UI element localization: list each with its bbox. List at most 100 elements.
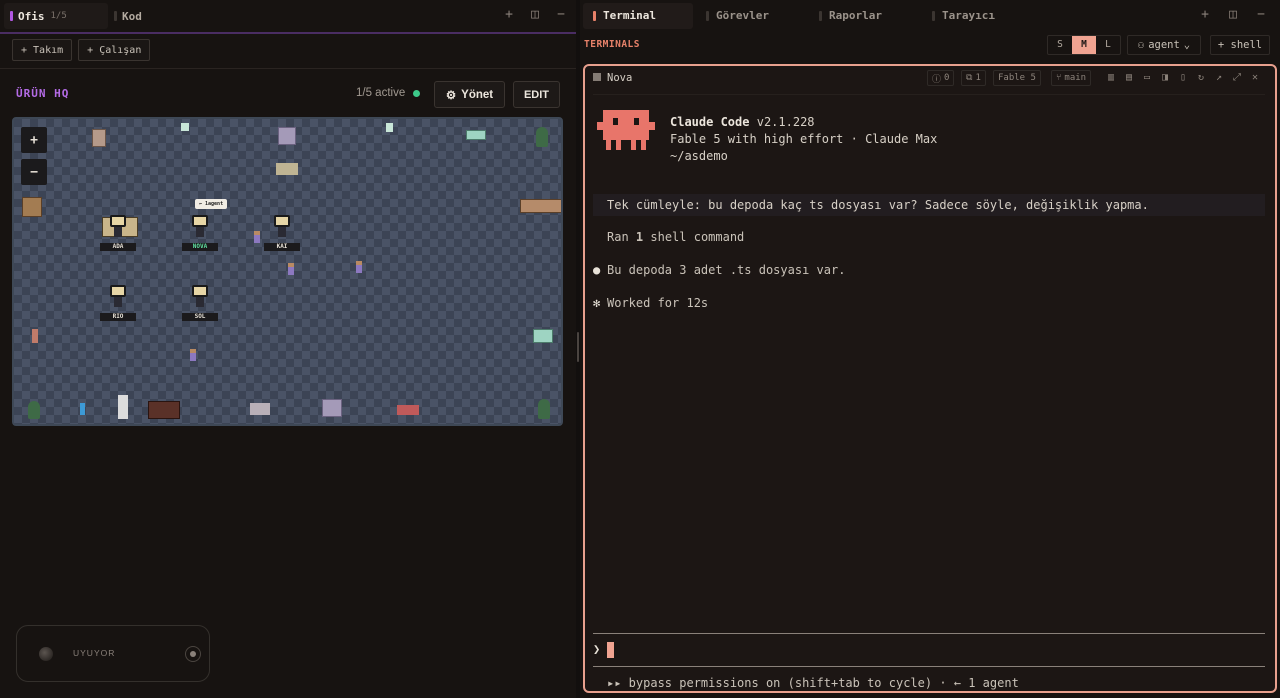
plant-icon xyxy=(28,401,40,419)
chair-icon xyxy=(274,215,290,227)
agent-select[interactable]: ⚇ agent ⌄ xyxy=(1127,35,1201,55)
tab-tarayici[interactable]: Tarayıcı xyxy=(922,3,1032,29)
claude-mascot-icon xyxy=(597,110,655,150)
input-border-top xyxy=(593,633,1265,634)
session-name: Nova xyxy=(607,72,633,84)
tab-marker xyxy=(706,10,709,21)
tab-actions: + ◫ − xyxy=(502,7,568,23)
terminal-pane: Terminal Görevler Raporlar Tarayıcı + ◫ … xyxy=(580,0,1280,698)
zoom-in-button[interactable]: + xyxy=(21,127,47,153)
add-tab-icon[interactable]: + xyxy=(502,7,516,23)
welcome-banner: Claude Code v2.1.228 Fable 5 with high e… xyxy=(670,114,937,165)
layout-top-icon[interactable]: ▤ xyxy=(1123,71,1135,84)
active-count-text: 1/5 active xyxy=(356,87,406,99)
terminal-header: Nova ⓘ 0 ⧉ 1 Fable 5 ⑂ main ▥ ▤ ▭ ◨ ▯ ↻ … xyxy=(585,66,1275,90)
walking-character xyxy=(254,231,260,243)
model-badge: Fable 5 xyxy=(993,70,1041,86)
monitor-icon xyxy=(533,329,553,343)
terminal-tabbar: Terminal Görevler Raporlar Tarayıcı + ◫ … xyxy=(580,0,1280,31)
office-pane: Ofis 1/5 Kod + ◫ − + Takım + Çalışan ÜRÜ… xyxy=(0,0,576,698)
minimize-icon[interactable]: − xyxy=(554,7,568,23)
size-m-button[interactable]: M xyxy=(1072,36,1096,54)
bookshelf-icon xyxy=(22,197,42,217)
branch-name: main xyxy=(1064,73,1087,83)
tab-terminal[interactable]: Terminal xyxy=(583,2,693,29)
users-icon: ⚇ xyxy=(1137,39,1145,51)
plant-icon xyxy=(536,127,548,147)
branch-badge: ⑂ main xyxy=(1051,70,1092,86)
tab-gorevler[interactable]: Görevler xyxy=(696,3,806,29)
water-cooler-icon xyxy=(80,403,85,415)
terminal-window[interactable]: Nova ⓘ 0 ⧉ 1 Fable 5 ⑂ main ▥ ▤ ▭ ◨ ▯ ↻ … xyxy=(583,64,1277,693)
tab-marker xyxy=(593,10,596,21)
document-icon[interactable]: ▯ xyxy=(1177,71,1189,84)
tab-label: Görevler xyxy=(716,9,769,22)
office-title: ÜRÜN HQ xyxy=(16,87,70,100)
tab-count: 1/5 xyxy=(50,11,67,21)
add-employee-button[interactable]: + Çalışan xyxy=(78,39,151,61)
assistant-answer: ● Bu depoda 3 adet .ts dosyası var. xyxy=(593,263,845,277)
record-button[interactable] xyxy=(185,646,201,662)
agent-name: RIO xyxy=(100,313,136,321)
fridge-icon xyxy=(118,395,128,419)
layout-bottom-icon[interactable]: ▭ xyxy=(1141,71,1153,84)
add-shell-button[interactable]: + shell xyxy=(1210,35,1270,55)
shelf-icon xyxy=(520,199,561,213)
layout-columns-icon[interactable]: ▥ xyxy=(1105,71,1117,84)
extinguisher-icon xyxy=(32,329,38,343)
tab-marker xyxy=(819,10,822,21)
working-directory: ~/asdemo xyxy=(670,149,728,163)
user-prompt: Tek cümleyle: bu depoda kaç ts dosyası v… xyxy=(593,194,1265,216)
prompt-input[interactable] xyxy=(607,642,614,658)
add-tab-icon[interactable]: + xyxy=(1198,7,1212,23)
app-version: v2.1.228 xyxy=(756,115,815,129)
tab-raporlar[interactable]: Raporlar xyxy=(809,3,919,29)
zoom-out-button[interactable]: − xyxy=(21,159,47,185)
sleep-status-widget: UYUYOR xyxy=(16,625,210,682)
couch-icon xyxy=(397,405,419,415)
pop-out-icon[interactable]: ↗ xyxy=(1213,71,1225,84)
edit-button[interactable]: EDIT xyxy=(513,81,560,108)
worked-text: Worked for 12s xyxy=(607,296,709,310)
sparkle-icon: ✻ xyxy=(593,296,601,310)
model-line: Fable 5 with high effort · Claude Max xyxy=(670,132,938,146)
agent-name: ADA xyxy=(100,243,136,251)
manage-label: Yönet xyxy=(461,88,494,101)
office-map[interactable]: + − ADA NOVA KAI RIO SOL ← 1agent xyxy=(12,117,563,426)
size-selector: S M L xyxy=(1047,35,1121,55)
permissions-status: ▸▸ bypass permissions on (shift+tab to c… xyxy=(607,676,1019,690)
board-icon xyxy=(278,127,296,145)
walking-character xyxy=(356,261,362,273)
expand-icon[interactable]: ⤢ xyxy=(1231,71,1243,84)
refresh-icon[interactable]: ↻ xyxy=(1195,71,1207,84)
walking-character xyxy=(288,263,294,275)
office-tabbar: Ofis 1/5 Kod + ◫ − xyxy=(0,0,576,32)
split-view-icon[interactable]: ◫ xyxy=(1226,7,1240,23)
tab-ofis[interactable]: Ofis 1/5 xyxy=(4,3,108,29)
size-l-button[interactable]: L xyxy=(1096,36,1120,54)
divider xyxy=(0,68,576,69)
copy-count-badge: ⧉ 1 xyxy=(961,70,986,86)
sofa-icon xyxy=(250,403,270,415)
ran-suffix: shell command xyxy=(643,230,745,244)
size-s-button[interactable]: S xyxy=(1048,36,1072,54)
copy-count: 1 xyxy=(975,73,981,83)
agent-figure xyxy=(196,297,204,307)
sidebar-icon[interactable]: ◨ xyxy=(1159,71,1171,84)
manage-button[interactable]: ⚙ Yönet xyxy=(434,81,505,108)
minimize-icon[interactable]: − xyxy=(1254,7,1268,23)
office-toolbar: + Takım + Çalışan xyxy=(12,39,151,61)
app-name: Claude Code xyxy=(670,115,750,129)
agent-figure xyxy=(196,227,204,237)
close-icon[interactable]: ✕ xyxy=(1249,71,1261,84)
chair-icon xyxy=(110,285,126,297)
tab-kod[interactable]: Kod xyxy=(108,3,152,29)
agent-speech-bubble: ← 1agent xyxy=(195,199,228,209)
agent-name: KAI xyxy=(264,243,300,251)
split-view-icon[interactable]: ◫ xyxy=(528,7,542,23)
water-icon xyxy=(386,123,393,132)
tab-label: Ofis xyxy=(18,9,45,23)
add-team-button[interactable]: + Takım xyxy=(12,39,73,61)
active-status: 1/5 active xyxy=(356,87,421,99)
answer-text: Bu depoda 3 adet .ts dosyası var. xyxy=(607,263,846,277)
